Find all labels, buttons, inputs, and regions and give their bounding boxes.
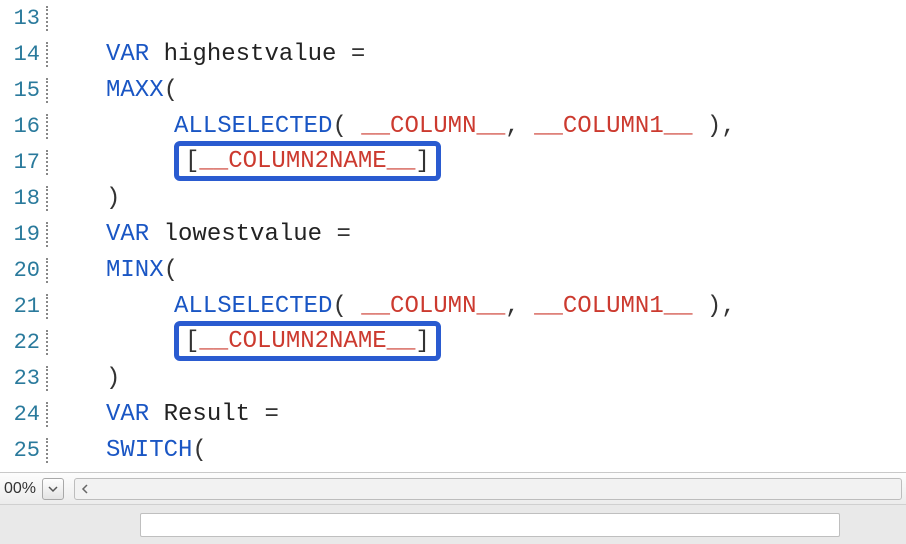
code-token: [: [185, 328, 199, 355]
code-token: ): [106, 185, 120, 212]
code-token: SWITCH: [106, 437, 192, 464]
footer-input[interactable]: [140, 513, 840, 537]
code-token: VAR: [106, 401, 149, 428]
code-token: VAR: [106, 41, 149, 68]
line-number: 17: [0, 150, 48, 175]
code-line[interactable]: 13: [0, 0, 906, 36]
scroll-left-button[interactable]: [75, 479, 95, 499]
zoom-dropdown-button[interactable]: [42, 478, 64, 500]
code-token: ALLSELECTED: [174, 113, 332, 140]
code-line[interactable]: 19 VAR lowestvalue =: [0, 216, 906, 252]
status-bar: 00%: [0, 472, 906, 504]
code-token: lowestvalue: [149, 221, 336, 248]
code-token: __COLUMN2NAME__: [199, 148, 415, 175]
code-editor[interactable]: 1314VAR highestvalue =15MAXX(16ALLSELECT…: [0, 0, 906, 472]
code-token: (: [332, 113, 361, 140]
code-line[interactable]: 24 VAR Result =: [0, 396, 906, 432]
code-content: ALLSELECTED( __COLUMN__, __COLUMN1__ ),: [56, 293, 736, 320]
code-content: ): [56, 185, 120, 212]
code-token: (: [332, 293, 361, 320]
code-token: =: [336, 221, 350, 248]
code-line[interactable]: 15 MAXX(: [0, 72, 906, 108]
highlight-box: [__COLUMN2NAME__]: [174, 321, 441, 361]
code-line[interactable]: 17 [__COLUMN2NAME__]: [0, 144, 906, 180]
chevron-left-icon: [80, 484, 90, 494]
code-content: SWITCH(: [56, 437, 207, 464]
code-content: VAR highestvalue =: [56, 41, 365, 68]
code-token: MAXX: [106, 77, 164, 104]
line-number: 14: [0, 42, 48, 67]
chevron-down-icon: [48, 484, 58, 494]
line-number: 25: [0, 438, 48, 463]
line-number: 16: [0, 114, 48, 139]
code-content: MINX(: [56, 257, 178, 284]
code-line[interactable]: 16 ALLSELECTED( __COLUMN__, __COLUMN1__ )…: [0, 108, 906, 144]
code-token: __COLUMN1__: [534, 113, 692, 140]
line-number: 13: [0, 6, 48, 31]
code-token: __COLUMN__: [361, 293, 505, 320]
horizontal-scrollbar[interactable]: [74, 478, 902, 500]
highlight-box: [__COLUMN2NAME__]: [174, 141, 441, 181]
code-token: ]: [415, 148, 429, 175]
code-token: ): [106, 365, 120, 392]
code-token: __COLUMN__: [361, 113, 505, 140]
code-token: VAR: [106, 221, 149, 248]
code-token: (: [164, 77, 178, 104]
line-number: 15: [0, 78, 48, 103]
line-number: 20: [0, 258, 48, 283]
code-line[interactable]: 21 ALLSELECTED( __COLUMN__, __COLUMN1__ )…: [0, 288, 906, 324]
code-content: ): [56, 365, 120, 392]
code-token: ),: [693, 293, 736, 320]
code-content: MAXX(: [56, 77, 178, 104]
code-content: VAR Result =: [56, 401, 279, 428]
code-token: ,: [505, 113, 534, 140]
code-line[interactable]: 20 MINX(: [0, 252, 906, 288]
code-line[interactable]: 25 SWITCH(: [0, 432, 906, 468]
zoom-control: 00%: [0, 478, 64, 500]
code-line[interactable]: 23): [0, 360, 906, 396]
code-token: ]: [415, 328, 429, 355]
code-token: ALLSELECTED: [174, 293, 332, 320]
code-token: =: [351, 41, 365, 68]
code-token: [: [185, 148, 199, 175]
code-token: (: [164, 257, 178, 284]
code-token: __COLUMN2NAME__: [199, 328, 415, 355]
footer-bar: [0, 504, 906, 544]
line-number: 19: [0, 222, 48, 247]
line-number: 24: [0, 402, 48, 427]
code-token: ,: [505, 293, 534, 320]
code-line[interactable]: 18): [0, 180, 906, 216]
code-line[interactable]: 14 VAR highestvalue =: [0, 36, 906, 72]
code-line[interactable]: 22 [__COLUMN2NAME__]: [0, 324, 906, 360]
line-number: 23: [0, 366, 48, 391]
zoom-value: 00%: [0, 478, 40, 500]
line-number: 18: [0, 186, 48, 211]
line-number: 21: [0, 294, 48, 319]
code-token: __COLUMN1__: [534, 293, 692, 320]
code-token: highestvalue: [149, 41, 351, 68]
line-number: 22: [0, 330, 48, 355]
code-content: VAR lowestvalue =: [56, 221, 351, 248]
code-token: MINX: [106, 257, 164, 284]
code-content: ALLSELECTED( __COLUMN__, __COLUMN1__ ),: [56, 113, 736, 140]
code-content: [__COLUMN2NAME__]: [56, 323, 441, 361]
code-token: Result: [149, 401, 264, 428]
code-content: [__COLUMN2NAME__]: [56, 143, 441, 181]
code-token: ),: [693, 113, 736, 140]
code-token: =: [264, 401, 278, 428]
code-token: (: [192, 437, 206, 464]
